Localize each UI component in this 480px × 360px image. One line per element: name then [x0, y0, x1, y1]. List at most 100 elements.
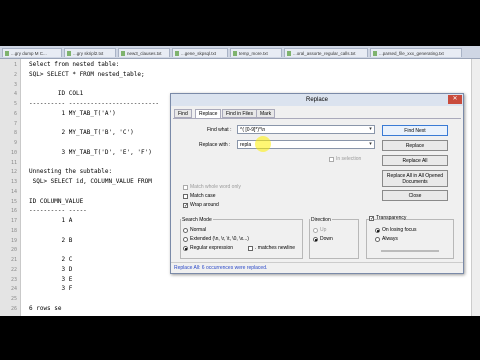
transparency-slider[interactable]: [381, 250, 439, 252]
code-line: ID COL1: [29, 90, 84, 98]
code-line: Unnesting the subtable:: [29, 168, 113, 176]
whole-word-checkbox[interactable]: [183, 185, 188, 190]
code-line: 2 C: [29, 256, 73, 263]
replace-dialog: Replace ✕ Find Replace Find in Files Mar…: [170, 93, 464, 274]
extended-radio[interactable]: [183, 237, 188, 242]
regex-radio[interactable]: [183, 246, 188, 251]
cursor-highlight: [255, 136, 271, 152]
line-number: 9: [13, 140, 17, 146]
line-number: 11: [10, 159, 17, 166]
code-line: 6 rows se: [29, 304, 62, 312]
code-line: ---------- -----: [29, 207, 87, 215]
down-label: Down: [320, 236, 333, 242]
transparency-label: Transparency: [376, 215, 407, 221]
on-losing-focus-label: On losing focus: [382, 227, 417, 233]
up-label: Up: [320, 227, 327, 233]
whole-word-label: Match whole word only: [190, 184, 241, 190]
line-number: 4: [13, 91, 17, 98]
line-number: 5: [13, 101, 17, 107]
file-tab[interactable]: temp_more.txt: [230, 48, 282, 57]
wrap-around-checkbox[interactable]: ✓: [183, 203, 188, 209]
match-case-label: Match case: [190, 193, 216, 199]
on-losing-focus-radio[interactable]: [375, 228, 380, 233]
regex-label: Regular expression: [190, 245, 234, 251]
line-number: 23: [10, 276, 17, 283]
code-line: 3 E: [29, 275, 73, 283]
line-number: 14: [10, 188, 17, 195]
line-number: 2: [13, 71, 17, 78]
code-line: 1 MY_TAB_T('A'): [29, 109, 116, 117]
match-case-checkbox[interactable]: [183, 194, 188, 199]
code-line: 2 B: [29, 236, 73, 244]
chevron-down-icon[interactable]: ▾: [367, 126, 374, 133]
vertical-scrollbar[interactable]: [471, 59, 480, 316]
always-radio[interactable]: [375, 237, 380, 242]
search-mode-title: Search Mode: [181, 217, 213, 223]
line-number: 3: [13, 81, 17, 88]
code-line: SQL> SELECT * FROM nested_table;: [29, 70, 145, 78]
normal-radio[interactable]: [183, 228, 188, 233]
tab-find[interactable]: Find: [174, 109, 192, 118]
direction-title: Direction: [310, 217, 332, 223]
file-tab[interactable]: new3_clauses.txt: [118, 48, 170, 57]
matches-newline-label: . matches newline: [255, 245, 296, 251]
line-number: 8: [13, 130, 17, 137]
file-icon: [373, 51, 377, 56]
in-selection-checkbox[interactable]: [329, 157, 334, 162]
line-number: 18: [10, 227, 17, 234]
replace-button[interactable]: Replace: [382, 140, 448, 151]
code-line: ---------- -------------------------: [29, 100, 160, 107]
matches-newline-checkbox[interactable]: [248, 246, 253, 251]
file-icon: [67, 51, 71, 56]
file-tab-bar: ...gry dump M C... ...gry skripl2.txt ne…: [0, 46, 480, 59]
line-number: 1: [13, 62, 17, 68]
code-line: 3 F: [29, 285, 73, 293]
line-number: 15: [10, 198, 17, 205]
file-tab[interactable]: ...parsed_file_xxx_generating.txt: [370, 48, 462, 57]
line-number: 7: [13, 120, 17, 127]
code-line: 2 MY_TAB_T('B', 'C'): [29, 129, 134, 137]
up-radio[interactable]: [313, 228, 318, 233]
file-icon: [5, 51, 9, 56]
line-number: 12: [10, 169, 17, 176]
file-icon: [121, 51, 125, 56]
tab-divider: [173, 118, 461, 119]
tab-find-in-files[interactable]: Find in Files: [222, 109, 257, 118]
line-number: 20: [10, 247, 17, 254]
code-line: 3 D: [29, 265, 73, 273]
dialog-close-button[interactable]: Close: [382, 190, 448, 201]
file-tab[interactable]: ...gry skripl2.txt: [64, 48, 116, 57]
line-number: 25: [10, 296, 17, 302]
find-what-input[interactable]: ^( [0-9]*)*\n ▾: [237, 125, 375, 134]
file-icon: [287, 51, 291, 56]
down-radio[interactable]: [313, 237, 318, 242]
chevron-down-icon[interactable]: ▾: [367, 141, 374, 148]
find-next-button[interactable]: Find Next: [382, 125, 448, 136]
line-number: 24: [10, 286, 17, 293]
code-line: 1 A: [29, 217, 73, 224]
line-number: 17: [10, 218, 17, 224]
dialog-title: Replace: [171, 94, 463, 106]
file-icon: [175, 51, 179, 56]
file-tab[interactable]: ...gene_skpsql.txt: [172, 48, 228, 57]
transparency-checkbox[interactable]: ✓: [369, 216, 374, 222]
status-message: Replace All: 6 occurrences were replaced…: [171, 262, 463, 273]
replace-with-value: repla: [240, 142, 252, 148]
extended-label: Extended (\n, \r, \t, \0, \x...): [190, 236, 249, 242]
find-what-label: Find what :: [207, 127, 232, 133]
in-selection-label: In selection: [336, 156, 362, 162]
code-line: Select from nested table:: [29, 61, 120, 68]
close-icon[interactable]: ✕: [448, 95, 462, 104]
tab-mark[interactable]: Mark: [256, 109, 276, 118]
replace-all-opened-button[interactable]: Replace All in All Opened Documents: [382, 170, 448, 187]
find-what-value: ^( [0-9]*)*\n: [240, 127, 266, 133]
replace-all-button[interactable]: Replace All: [382, 155, 448, 166]
file-tab[interactable]: ...oral_assorte_regular_calls.txt: [284, 48, 368, 57]
always-label: Always: [382, 236, 398, 242]
line-number-gutter: 1 2 3 4 5 6 7 8 9 10 11 12 13 14 15 16 17 18 19 20 21 22 23 24 2…: [0, 59, 21, 316]
line-number: 26: [10, 305, 17, 312]
line-number: 10: [10, 149, 17, 156]
line-number: 13: [10, 179, 17, 185]
file-tab[interactable]: ...gry dump M C...: [2, 48, 62, 57]
line-number: 19: [10, 237, 17, 244]
